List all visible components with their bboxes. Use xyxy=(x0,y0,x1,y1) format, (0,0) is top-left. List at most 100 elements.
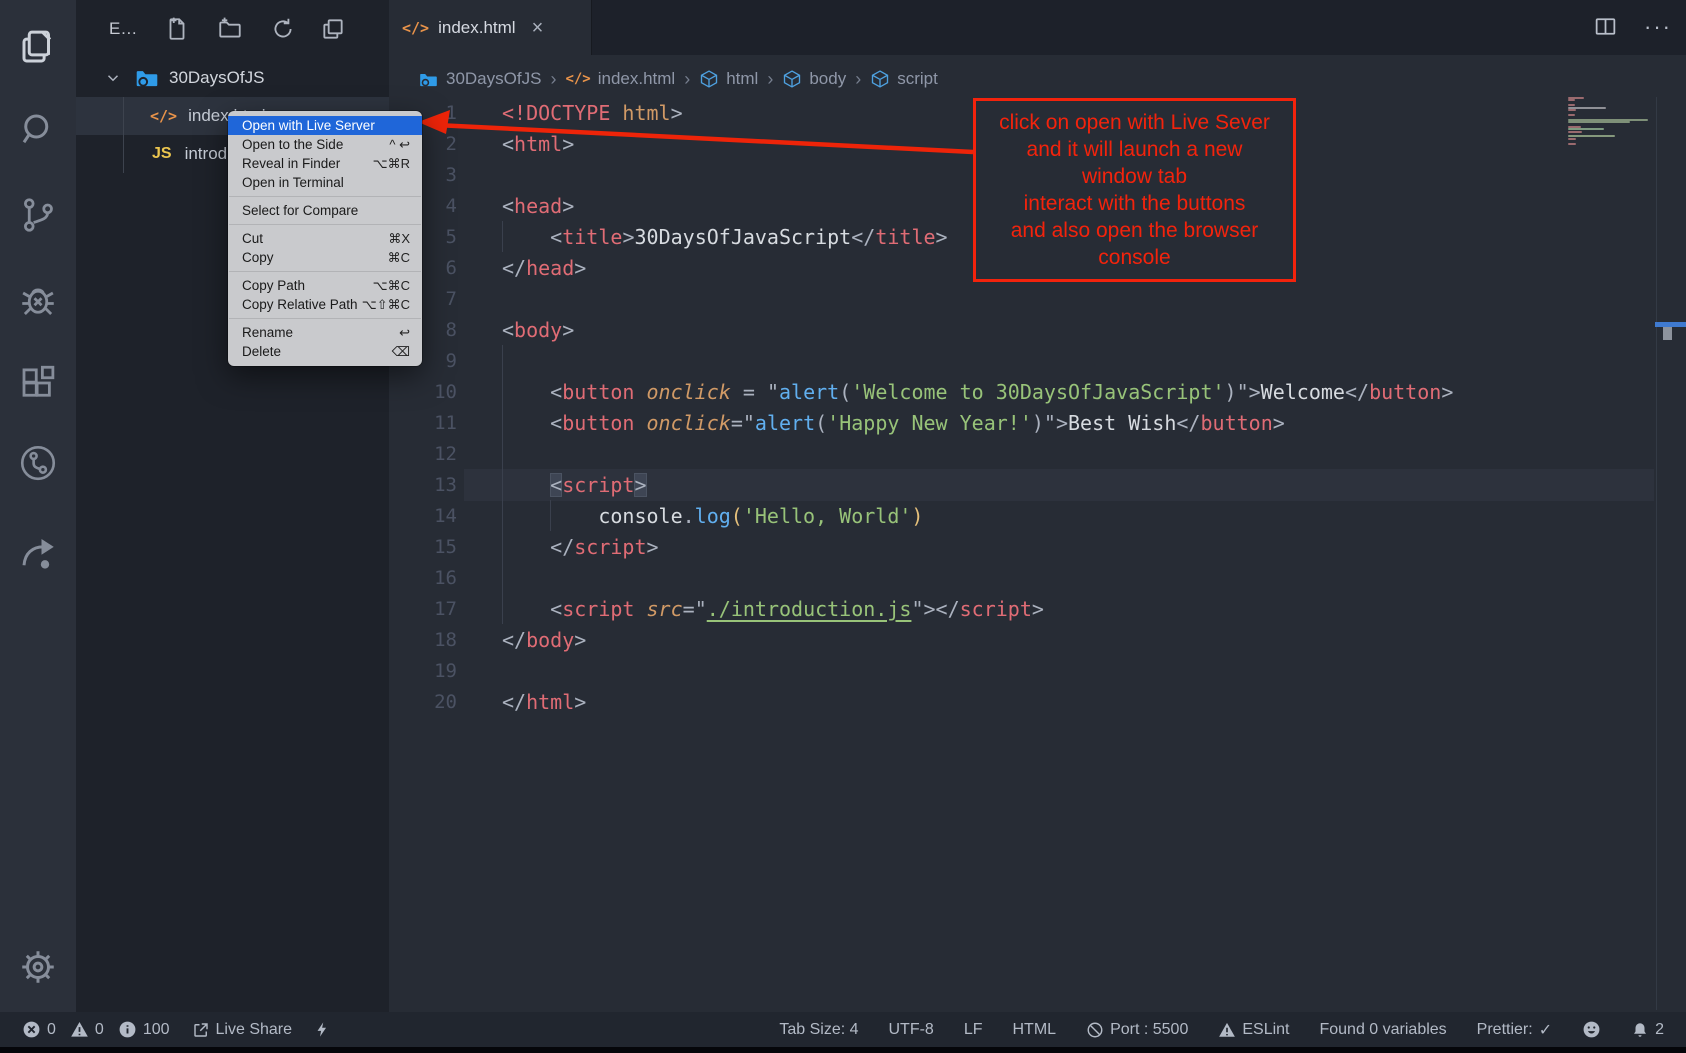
line-number: 11 xyxy=(389,412,457,434)
annotation-text-line: interact with the buttons xyxy=(976,190,1293,217)
minimap-line xyxy=(1568,121,1630,123)
refresh-icon[interactable] xyxy=(270,16,296,42)
notifications-bell[interactable]: 2 xyxy=(1631,1021,1664,1039)
minimap-line xyxy=(1568,104,1575,106)
source-control-icon[interactable] xyxy=(17,194,59,236)
error-icon xyxy=(22,1020,41,1039)
menu-item-copy[interactable]: Copy⌘C xyxy=(228,248,422,267)
code-line-7[interactable]: 7 xyxy=(389,283,1649,314)
minimap-border xyxy=(1656,97,1657,1010)
status-bar: 0 0 100 Live Share Tab Size: 4 UTF-8 LF … xyxy=(0,1012,1686,1047)
code-text: </script> xyxy=(502,535,659,559)
chevron-down-icon xyxy=(104,69,122,87)
code-text: </html> xyxy=(502,690,586,714)
code-line-17[interactable]: 17 <script src="./introduction.js"></scr… xyxy=(389,593,1649,624)
code-line-18[interactable]: 18</body> xyxy=(389,624,1649,655)
code-text: <script src="./introduction.js"></script… xyxy=(502,597,1044,621)
eol-indicator[interactable]: LF xyxy=(964,1021,983,1039)
menu-item-copy-path[interactable]: Copy Path⌥⌘C xyxy=(228,276,422,295)
prettier-indicator[interactable]: Prettier:✓ xyxy=(1477,1020,1552,1040)
menu-item-copy-relative-path[interactable]: Copy Relative Path⌥⇧⌘C xyxy=(228,295,422,314)
line-number: 14 xyxy=(389,505,457,527)
menu-item-open-to-the-side[interactable]: Open to the Side^ ↩ xyxy=(228,135,422,154)
js-file-icon: JS xyxy=(152,145,172,163)
tab-bar: </> index.html × ··· xyxy=(389,0,1686,55)
port-indicator[interactable]: Port : 5500 xyxy=(1086,1021,1188,1039)
minimap[interactable] xyxy=(1568,97,1654,157)
gitlens-icon[interactable] xyxy=(17,442,59,484)
extensions-icon[interactable] xyxy=(17,362,59,404)
menu-item-rename[interactable]: Rename↩ xyxy=(228,323,422,342)
search-icon[interactable] xyxy=(17,109,59,151)
tab-label: index.html xyxy=(438,18,515,38)
menu-item-delete[interactable]: Delete⌫ xyxy=(228,342,422,361)
explorer-title: E… xyxy=(109,19,137,39)
feedback-smiley-icon[interactable] xyxy=(1582,1020,1601,1039)
menu-item-select-for-compare[interactable]: Select for Compare xyxy=(228,201,422,220)
new-file-icon[interactable] xyxy=(164,16,190,42)
tree-folder-30daysofjs[interactable]: 30DaysOfJS xyxy=(76,59,389,97)
code-text: <script> xyxy=(502,473,647,497)
annotation-text-line: and also open the browser xyxy=(976,217,1293,244)
annotation-text-line: window tab xyxy=(976,163,1293,190)
language-indicator[interactable]: HTML xyxy=(1013,1021,1057,1039)
code-line-14[interactable]: 14 console.log('Hello, World') xyxy=(389,500,1649,531)
close-icon[interactable]: × xyxy=(532,18,544,38)
split-editor-icon[interactable] xyxy=(1593,14,1618,39)
code-line-8[interactable]: 8<body> xyxy=(389,314,1649,345)
warning-icon xyxy=(70,1020,89,1039)
code-line-20[interactable]: 20</html> xyxy=(389,686,1649,717)
run-debug-icon[interactable] xyxy=(17,279,59,321)
tab-size-indicator[interactable]: Tab Size: 4 xyxy=(779,1021,858,1039)
menu-separator xyxy=(229,318,421,319)
menu-item-cut[interactable]: Cut⌘X xyxy=(228,229,422,248)
code-line-11[interactable]: 11 <button onclick="alert('Happy New Yea… xyxy=(389,407,1649,438)
folder-icon xyxy=(134,65,160,91)
live-share-icon[interactable] xyxy=(17,532,59,574)
minimap-line xyxy=(1568,114,1575,116)
breadcrumb-item-30daysofjs[interactable]: 30DaysOfJS xyxy=(418,69,541,90)
menu-item-reveal-in-finder[interactable]: Reveal in Finder⌥⌘R xyxy=(228,154,422,173)
folder-label: 30DaysOfJS xyxy=(169,68,264,88)
code-line-16[interactable]: 16 xyxy=(389,562,1649,593)
tab-index-html[interactable]: </> index.html × xyxy=(389,0,592,55)
problems-indicator[interactable]: 0 0 100 xyxy=(22,1020,170,1039)
tree-indent-guide xyxy=(123,97,124,173)
code-line-13[interactable]: 13 <script> xyxy=(389,469,1649,500)
code-text: <head> xyxy=(502,194,574,218)
bolt-icon[interactable] xyxy=(314,1021,331,1038)
code-line-15[interactable]: 15 </script> xyxy=(389,531,1649,562)
activity-bar xyxy=(0,0,76,1012)
line-number: 19 xyxy=(389,660,457,682)
breadcrumb-item-script[interactable]: script xyxy=(870,69,938,89)
breadcrumb-item-body[interactable]: body xyxy=(782,69,846,89)
code-text: console.log('Hello, World') xyxy=(502,504,923,528)
menu-item-open-with-live-server[interactable]: Open with Live Server xyxy=(228,116,422,135)
menu-item-open-in-terminal[interactable]: Open in Terminal xyxy=(228,173,422,192)
settings-gear-icon[interactable] xyxy=(17,946,59,988)
minimap-line xyxy=(1568,131,1582,133)
line-number: 16 xyxy=(389,567,457,589)
encoding-indicator[interactable]: UTF-8 xyxy=(889,1021,934,1039)
explorer-icon[interactable] xyxy=(17,26,59,68)
more-actions-icon[interactable]: ··· xyxy=(1644,22,1672,32)
collapse-folders-icon[interactable] xyxy=(320,16,346,42)
new-folder-icon[interactable] xyxy=(217,16,243,42)
eslint-indicator[interactable]: ESLint xyxy=(1218,1021,1289,1039)
code-line-9[interactable]: 9 xyxy=(389,345,1649,376)
check-icon: ✓ xyxy=(1539,1020,1552,1040)
live-share-status[interactable]: Live Share xyxy=(192,1021,293,1039)
blocked-icon xyxy=(1086,1021,1104,1039)
code-line-12[interactable]: 12 xyxy=(389,438,1649,469)
line-number: 17 xyxy=(389,598,457,620)
breadcrumb-separator: › xyxy=(550,69,556,90)
bell-icon xyxy=(1631,1021,1649,1039)
variables-indicator[interactable]: Found 0 variables xyxy=(1319,1021,1446,1039)
code-line-10[interactable]: 10 <button onclick = "alert('Welcome to … xyxy=(389,376,1649,407)
code-text: </head> xyxy=(502,256,586,280)
menu-separator xyxy=(229,271,421,272)
breadcrumb-item-index-html[interactable]: </>index.html xyxy=(565,69,675,89)
code-line-19[interactable]: 19 xyxy=(389,655,1649,686)
indent-guide xyxy=(502,221,503,252)
breadcrumb-item-html[interactable]: html xyxy=(699,69,758,89)
